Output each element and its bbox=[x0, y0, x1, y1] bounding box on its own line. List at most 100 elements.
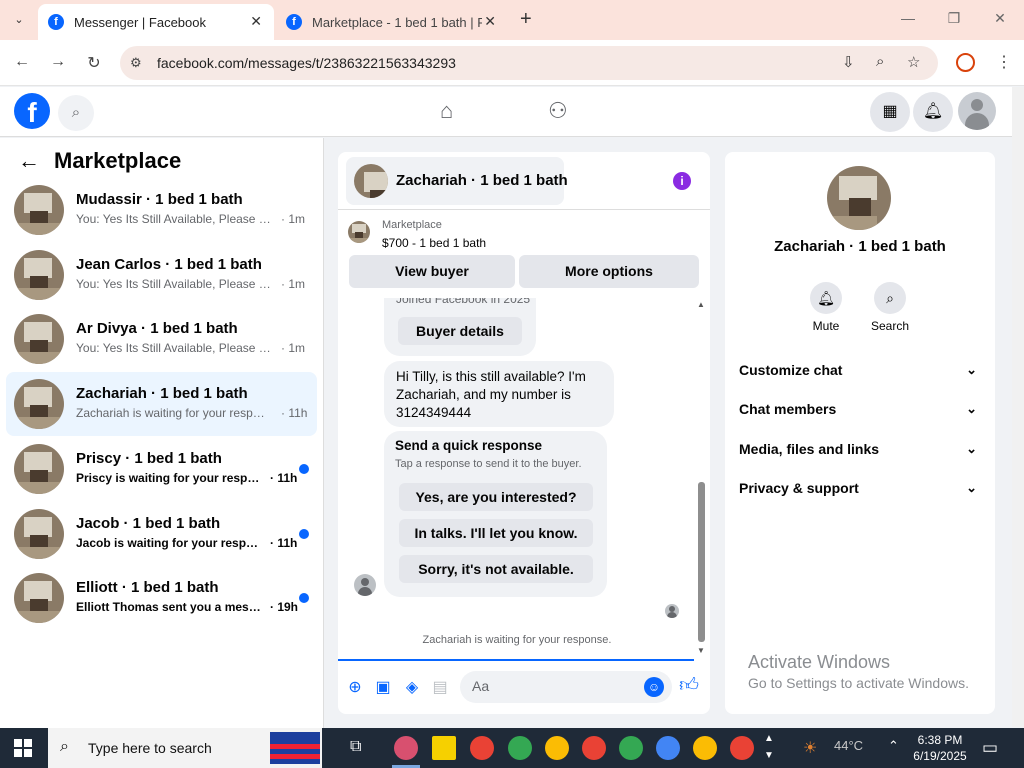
url-text[interactable]: facebook.com/messages/t/2386322156334329… bbox=[157, 55, 456, 71]
home-icon[interactable]: ⌂ bbox=[440, 98, 453, 124]
gif-icon[interactable]: ▤ bbox=[430, 677, 450, 697]
chrome-icon[interactable] bbox=[619, 736, 643, 760]
listing-title[interactable]: $700 - 1 bed 1 bath bbox=[382, 236, 486, 250]
scroll-up-icon[interactable]: ▲ bbox=[697, 300, 705, 309]
section-label: Chat members bbox=[739, 401, 837, 417]
chat-scrollbar[interactable]: ▲ ▼ bbox=[696, 298, 708, 660]
browser-profile-icon[interactable] bbox=[956, 53, 975, 72]
zoom-icon[interactable]: ⌕ bbox=[876, 53, 884, 70]
conversation-name: Ar Divya · 1 bed 1 bath bbox=[76, 320, 238, 338]
listing-thumbnail[interactable] bbox=[348, 221, 370, 243]
windows-taskbar: ⌕ Type here to search ⧉ ▲ ▼ ☀ 44°C ⌃ 6:38… bbox=[0, 728, 1024, 768]
notifications-bell-icon[interactable]: 🔔︎ bbox=[913, 92, 953, 132]
forward-icon[interactable]: → bbox=[48, 53, 68, 71]
conversation-item[interactable]: Elliott · 1 bed 1 bath Elliott Thomas sen… bbox=[6, 566, 317, 630]
new-tab-icon[interactable]: + bbox=[520, 9, 532, 29]
paint-app-icon[interactable] bbox=[394, 736, 418, 760]
message-list[interactable]: Joined Facebook in 2025 Buyer details Hi… bbox=[338, 298, 710, 660]
notification-center-icon[interactable]: ▭ bbox=[982, 738, 998, 758]
conversation-item[interactable]: Zachariah · 1 bed 1 bath Zachariah is wai… bbox=[6, 372, 317, 437]
conversation-item[interactable]: Priscy · 1 bed 1 bath Priscy is waiting f… bbox=[6, 437, 317, 501]
chrome-icon[interactable] bbox=[693, 736, 717, 760]
page-scrollbar[interactable] bbox=[1012, 87, 1024, 727]
buyer-details-button[interactable]: Buyer details bbox=[398, 317, 522, 345]
add-plus-icon[interactable]: ⊕ bbox=[345, 677, 365, 697]
sidebar-title: Marketplace bbox=[54, 148, 182, 173]
mute-button[interactable]: 🔔︎ Mute bbox=[796, 282, 856, 333]
chrome-icon[interactable] bbox=[656, 736, 680, 760]
weather-text[interactable]: 44°C bbox=[834, 738, 863, 753]
quick-response-yes-button[interactable]: Yes, are you interested? bbox=[399, 483, 593, 511]
groups-icon[interactable]: ⚇ bbox=[548, 98, 568, 124]
privacy-support-item[interactable]: Privacy & support ⌄ bbox=[739, 480, 981, 504]
photo-icon[interactable]: ▣ bbox=[373, 677, 393, 697]
sticky-notes-icon[interactable] bbox=[432, 736, 456, 760]
taskbar-search-box[interactable]: ⌕ Type here to search bbox=[48, 728, 322, 768]
chrome-icon[interactable] bbox=[545, 736, 569, 760]
tab-close-icon[interactable]: ✕ bbox=[484, 13, 496, 30]
account-avatar[interactable] bbox=[958, 92, 996, 130]
scroll-down-icon[interactable]: ▼ bbox=[697, 646, 705, 655]
buyer-avatar bbox=[354, 574, 376, 596]
sidebar-header: ← Marketplace bbox=[18, 148, 181, 174]
view-buyer-button[interactable]: View buyer bbox=[349, 255, 515, 288]
emoji-icon[interactable]: ☺ bbox=[644, 677, 664, 697]
back-arrow-icon[interactable]: ← bbox=[18, 148, 40, 174]
task-view-icon[interactable]: ⧉ bbox=[350, 738, 361, 756]
media-files-links-item[interactable]: Media, files and links ⌄ bbox=[739, 441, 981, 465]
divider bbox=[338, 209, 710, 210]
bookmark-star-icon[interactable]: ☆ bbox=[907, 53, 920, 71]
conversation-item[interactable]: Jacob · 1 bed 1 bath Jacob is waiting for… bbox=[6, 502, 317, 566]
chrome-icon[interactable] bbox=[582, 736, 606, 760]
info-icon[interactable]: i bbox=[673, 172, 691, 190]
conversation-time: · 1m bbox=[281, 341, 305, 356]
browser-menu-icon[interactable]: ⋮ bbox=[996, 52, 1012, 72]
chat-header-button[interactable]: Zachariah · 1 bed 1 bath bbox=[346, 157, 568, 205]
show-hidden-icons-icon[interactable]: ⌃ bbox=[888, 738, 899, 754]
tab-marketplace[interactable]: f Marketplace - 1 bed 1 bath | Facebook … bbox=[276, 4, 508, 40]
scroll-thumb[interactable] bbox=[698, 482, 705, 642]
tab-messenger[interactable]: f Messenger | Facebook ✕ bbox=[38, 4, 274, 40]
quick-response-sorry-button[interactable]: Sorry, it's not available. bbox=[399, 555, 593, 583]
conversation-name: Jean Carlos · 1 bed 1 bath bbox=[76, 255, 262, 273]
message-input[interactable] bbox=[472, 678, 632, 694]
customize-chat-item[interactable]: Customize chat ⌄ bbox=[739, 362, 981, 386]
search-icon[interactable]: ⌕ bbox=[58, 95, 94, 131]
install-app-icon[interactable]: ⇩ bbox=[842, 53, 855, 71]
conversation-time: · 11h bbox=[281, 406, 308, 421]
quick-response-subtitle: Tap a response to send it to the buyer. bbox=[395, 458, 582, 470]
message-composer[interactable]: ☺ bbox=[460, 671, 672, 703]
restore-icon[interactable]: ❐ bbox=[944, 10, 964, 27]
chrome-icon[interactable] bbox=[730, 736, 754, 760]
joined-text: Joined Facebook in 2025 bbox=[396, 298, 531, 306]
address-bar[interactable]: ⚙ facebook.com/messages/t/23863221563343… bbox=[120, 46, 938, 80]
search-conversation-button[interactable]: ⌕ Search bbox=[860, 282, 920, 333]
quick-response-talks-button[interactable]: In talks. I'll let you know. bbox=[399, 519, 593, 547]
reload-icon[interactable]: ↻ bbox=[84, 53, 104, 73]
taskbar-clock[interactable]: 6:38 PM 6/19/2025 bbox=[905, 732, 975, 764]
weather-icon[interactable]: ☀ bbox=[803, 738, 817, 758]
back-icon[interactable]: ← bbox=[12, 53, 32, 71]
more-options-button[interactable]: More options bbox=[519, 255, 699, 288]
windows-start-icon[interactable] bbox=[14, 739, 32, 757]
unread-dot bbox=[299, 593, 309, 604]
conversation-time: · 1m bbox=[281, 212, 305, 226]
sticker-icon[interactable]: ◈ bbox=[402, 677, 422, 697]
chrome-icon[interactable] bbox=[470, 736, 494, 760]
taskbar-scroll-icon[interactable]: ▲ ▼ bbox=[764, 730, 774, 764]
conversation-item[interactable]: Mudassir · 1 bed 1 bath You: Yes Its Stil… bbox=[6, 178, 317, 242]
facebook-logo[interactable]: f bbox=[14, 93, 50, 129]
conversation-name: Priscy · 1 bed 1 bath bbox=[76, 449, 222, 467]
chat-members-item[interactable]: Chat members ⌄ bbox=[739, 401, 981, 425]
window-close-icon[interactable]: ✕ bbox=[990, 10, 1010, 27]
tab-search-button[interactable]: ⌄ bbox=[8, 10, 30, 30]
minimize-icon[interactable]: — bbox=[898, 10, 918, 26]
conversation-item[interactable]: Ar Divya · 1 bed 1 bath You: Yes Its Stil… bbox=[6, 307, 317, 371]
watermark-title: Activate Windows bbox=[748, 652, 891, 672]
chrome-icon[interactable] bbox=[508, 736, 532, 760]
thumbs-up-icon[interactable]: 👍︎ bbox=[679, 674, 699, 697]
tab-close-icon[interactable]: ✕ bbox=[250, 13, 262, 30]
conversation-item[interactable]: Jean Carlos · 1 bed 1 bath You: Yes Its S… bbox=[6, 243, 317, 307]
menu-grid-icon[interactable]: ▦ bbox=[870, 92, 910, 132]
site-info-icon[interactable]: ⚙ bbox=[130, 55, 142, 71]
